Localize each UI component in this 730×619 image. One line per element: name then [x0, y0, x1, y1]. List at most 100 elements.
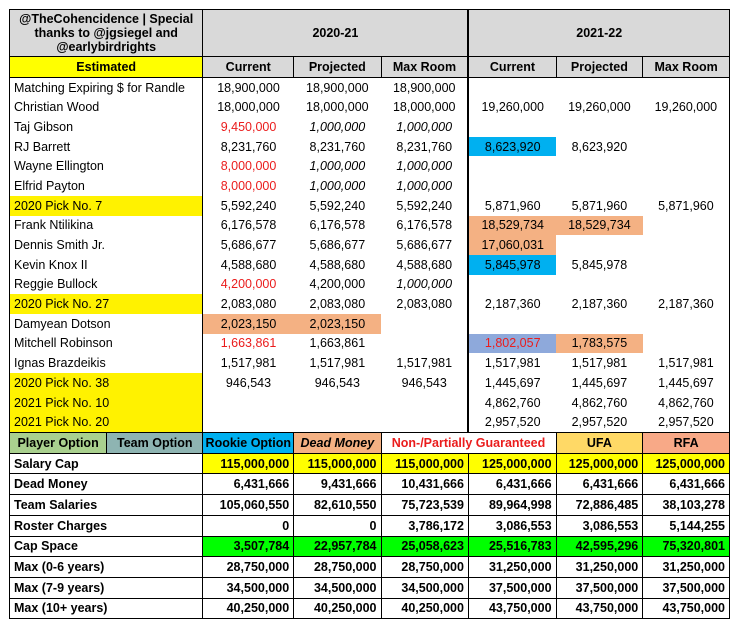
salary-cell-p21: 2,187,360 — [571, 297, 628, 312]
player-name: Frank Ntilikina — [8, 215, 204, 236]
summary-value: 43,750,000 — [555, 597, 644, 619]
salary-cell-p21: 1,783,575 — [556, 333, 643, 354]
salary-cell-c20: 18,000,000 — [217, 100, 280, 115]
summary-value: 28,750,000 — [293, 556, 382, 578]
salary-cell-m21 — [642, 136, 730, 157]
salary-cell-c20: 8,231,760 — [220, 139, 277, 154]
summary-label: Team Salaries — [8, 494, 204, 516]
salary-cell-c21: 2,187,360 — [467, 294, 557, 314]
salary-cell-m20: 18,900,000 — [392, 80, 456, 95]
summary-value: 31,250,000 — [555, 556, 644, 578]
player-name: Kevin Knox II — [8, 254, 204, 275]
salary-cell-m21 — [642, 77, 730, 98]
summary-value: 34,500,000 — [380, 576, 469, 599]
summary-value: 6,431,666 — [202, 473, 295, 496]
summary-value: 0 — [202, 514, 295, 537]
summary-value: 22,957,784 — [293, 535, 382, 558]
salary-cell-m20: 5,686,677 — [396, 238, 453, 253]
player-name: RJ Barrett — [8, 136, 204, 157]
salary-cell-p20: 6,176,578 — [309, 218, 366, 233]
salary-cell-m21 — [642, 215, 730, 236]
salary-cell-p20: 1,663,861 — [309, 336, 366, 351]
summary-value: 31,250,000 — [642, 556, 730, 578]
summary-value: 5,144,255 — [642, 514, 730, 537]
summary-label: Cap Space — [8, 535, 204, 558]
salary-cell-p20: 1,517,981 — [309, 356, 366, 371]
summary-value: 40,250,000 — [293, 597, 382, 619]
summary-row: Dead Money 6,431,666 9,431,666 10,431,666 6,… — [8, 473, 730, 496]
estimated-label: Estimated — [8, 56, 204, 78]
table-row: Frank Ntilikina 6,176,578 6,176,578 6,176,5… — [8, 215, 730, 236]
salary-cell-m21 — [642, 274, 730, 295]
player-name: Taj Gibson — [8, 117, 204, 137]
table-row: Christian Wood 18,000,000 18,000,000 18,000… — [8, 97, 730, 118]
summary-value: 125,000,000 — [642, 452, 730, 475]
salary-cell-m21 — [642, 176, 730, 196]
summary-label: Max (10+ years) — [8, 597, 204, 619]
salary-cell-c21: 2,957,520 — [467, 412, 557, 433]
salary-cell-m20 — [381, 334, 468, 354]
table-row: Elfrid Payton 8,000,000 1,000,000 1,000,000 — [8, 176, 730, 196]
summary-value: 3,786,172 — [380, 514, 469, 537]
salary-cell-p20: 4,200,000 — [309, 277, 366, 292]
summary-value: 10,431,666 — [380, 473, 469, 496]
summary-value: 31,250,000 — [467, 556, 557, 578]
summary-value: 38,103,278 — [642, 494, 730, 516]
summary-row: Max (10+ years) 40,250,000 40,250,000 40,25… — [8, 597, 730, 619]
col-max-room-2020: Max Room — [380, 56, 469, 78]
salary-cell-c20: 946,543 — [225, 375, 272, 390]
player-name: Reggie Bullock — [8, 274, 204, 295]
salary-cell-c20: 4,588,680 — [220, 257, 277, 272]
salary-cell-c21: 4,862,760 — [467, 392, 557, 413]
salary-cell-c21: 1,445,697 — [467, 373, 557, 393]
summary-value: 28,750,000 — [202, 556, 295, 578]
col-current-2021: Current — [467, 56, 557, 78]
salary-cell-c21: 1,802,057 — [467, 333, 557, 354]
summary-value: 43,750,000 — [467, 597, 557, 619]
summary-value: 115,000,000 — [380, 452, 469, 475]
col-projected-2020: Projected — [293, 56, 382, 78]
summary-value: 43,750,000 — [642, 597, 730, 619]
salary-cell-c20: 1,517,981 — [220, 356, 277, 371]
salary-cell-p21 — [556, 314, 643, 334]
salary-cell-m21: 2,957,520 — [642, 412, 730, 433]
salary-cell-p20: 5,686,677 — [309, 238, 366, 253]
season-2021-header: 2021-22 — [467, 9, 730, 57]
salary-cell-m20: 1,000,000 — [396, 178, 453, 193]
salary-cell-m21: 4,862,760 — [642, 392, 730, 413]
summary-value: 115,000,000 — [202, 452, 295, 475]
salary-cell-m21 — [642, 313, 730, 334]
salary-cell-m20 — [381, 314, 468, 334]
salary-cell-p21: 19,260,000 — [568, 100, 631, 115]
player-name: Christian Wood — [8, 97, 204, 118]
salary-cell-c21: 5,845,978 — [467, 254, 557, 275]
table-row: 2020 Pick No. 7 5,592,240 5,592,240 5,592,2… — [8, 195, 730, 216]
salary-cell-m21: 5,871,960 — [642, 195, 730, 216]
salary-cell-c21: 1,517,981 — [467, 353, 557, 373]
summary-value: 6,431,666 — [467, 473, 557, 496]
salary-cell-p20: 1,000,000 — [309, 159, 366, 174]
summary-value: 105,060,550 — [202, 494, 295, 516]
summary-value: 25,058,623 — [380, 535, 469, 558]
salary-cell-c20: 1,663,861 — [220, 336, 277, 351]
salary-cell-m20: 1,000,000 — [396, 159, 453, 174]
salary-cell-p21 — [556, 235, 643, 255]
salary-cell-m20: 6,176,578 — [396, 218, 453, 233]
salary-cell-p20: 946,543 — [314, 375, 360, 390]
salary-cell-c20: 2,083,080 — [220, 297, 277, 312]
legend-options-cell: Player Option Team Option — [8, 432, 204, 454]
summary-value: 40,250,000 — [202, 597, 295, 619]
salary-cell-p21: 5,845,978 — [571, 257, 628, 272]
salary-cell-m20 — [381, 393, 468, 413]
salary-cell-c21 — [467, 274, 557, 295]
season-2020-header: 2020-21 — [202, 9, 469, 57]
summary-value: 75,320,801 — [642, 535, 730, 558]
summary-row: Max (7-9 years) 34,500,000 34,500,000 34,50… — [8, 576, 730, 599]
player-name: Mitchell Robinson — [8, 333, 204, 354]
salary-cell-p20: 18,900,000 — [306, 80, 369, 95]
salary-cell-p21: 18,529,734 — [556, 215, 643, 236]
salary-cell-p21 — [556, 117, 643, 137]
table-row: Ignas Brazdeikis 1,517,981 1,517,981 1,517,… — [8, 353, 730, 373]
col-max-room-2021: Max Room — [642, 56, 730, 78]
summary-label: Dead Money — [8, 473, 204, 496]
